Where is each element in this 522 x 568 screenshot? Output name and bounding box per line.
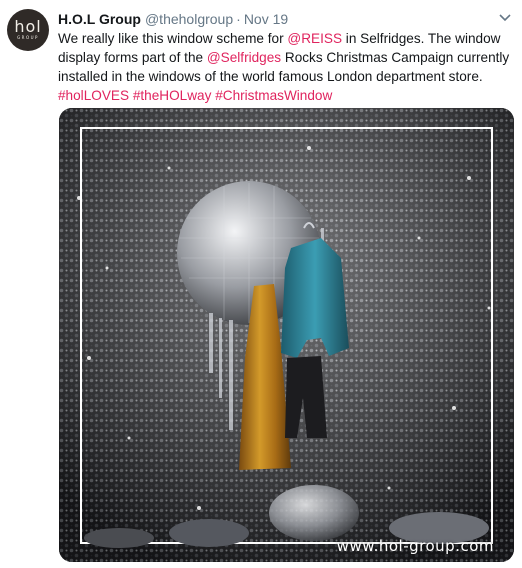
tweet-header: H.O.L Group @theholgroup · Nov 19 [58,10,512,28]
hashtag-link[interactable]: #theHOLway [133,88,212,103]
avatar[interactable]: hol GROUP [7,9,49,51]
tweet-content: H.O.L Group @theholgroup · Nov 19 We rea… [58,10,512,105]
window-display-photo [59,108,514,562]
mention-link[interactable]: @Selfridges [207,50,281,65]
author-name[interactable]: H.O.L Group [58,10,141,28]
tweet-text-part: We really like this window scheme for [58,31,288,46]
author-handle[interactable]: @theholgroup [145,10,233,28]
hashtag-link[interactable]: #ChristmasWindow [215,88,332,103]
separator-dot: · [236,11,241,27]
avatar-logo-subtext: GROUP [17,35,39,40]
hashtag-link[interactable]: #holLOVES [58,88,129,103]
tweet-media-image[interactable]: www.hol-group.com [59,108,514,562]
image-watermark: www.hol-group.com [336,537,494,555]
mention-link[interactable]: @REISS [287,31,342,46]
tweet-text: We really like this window scheme for @R… [58,29,512,105]
chevron-down-icon[interactable] [498,12,512,24]
tweet[interactable]: hol GROUP H.O.L Group @theholgroup · Nov… [0,0,522,568]
avatar-logo-text: hol [14,17,42,36]
tweet-timestamp[interactable]: Nov 19 [244,10,288,28]
